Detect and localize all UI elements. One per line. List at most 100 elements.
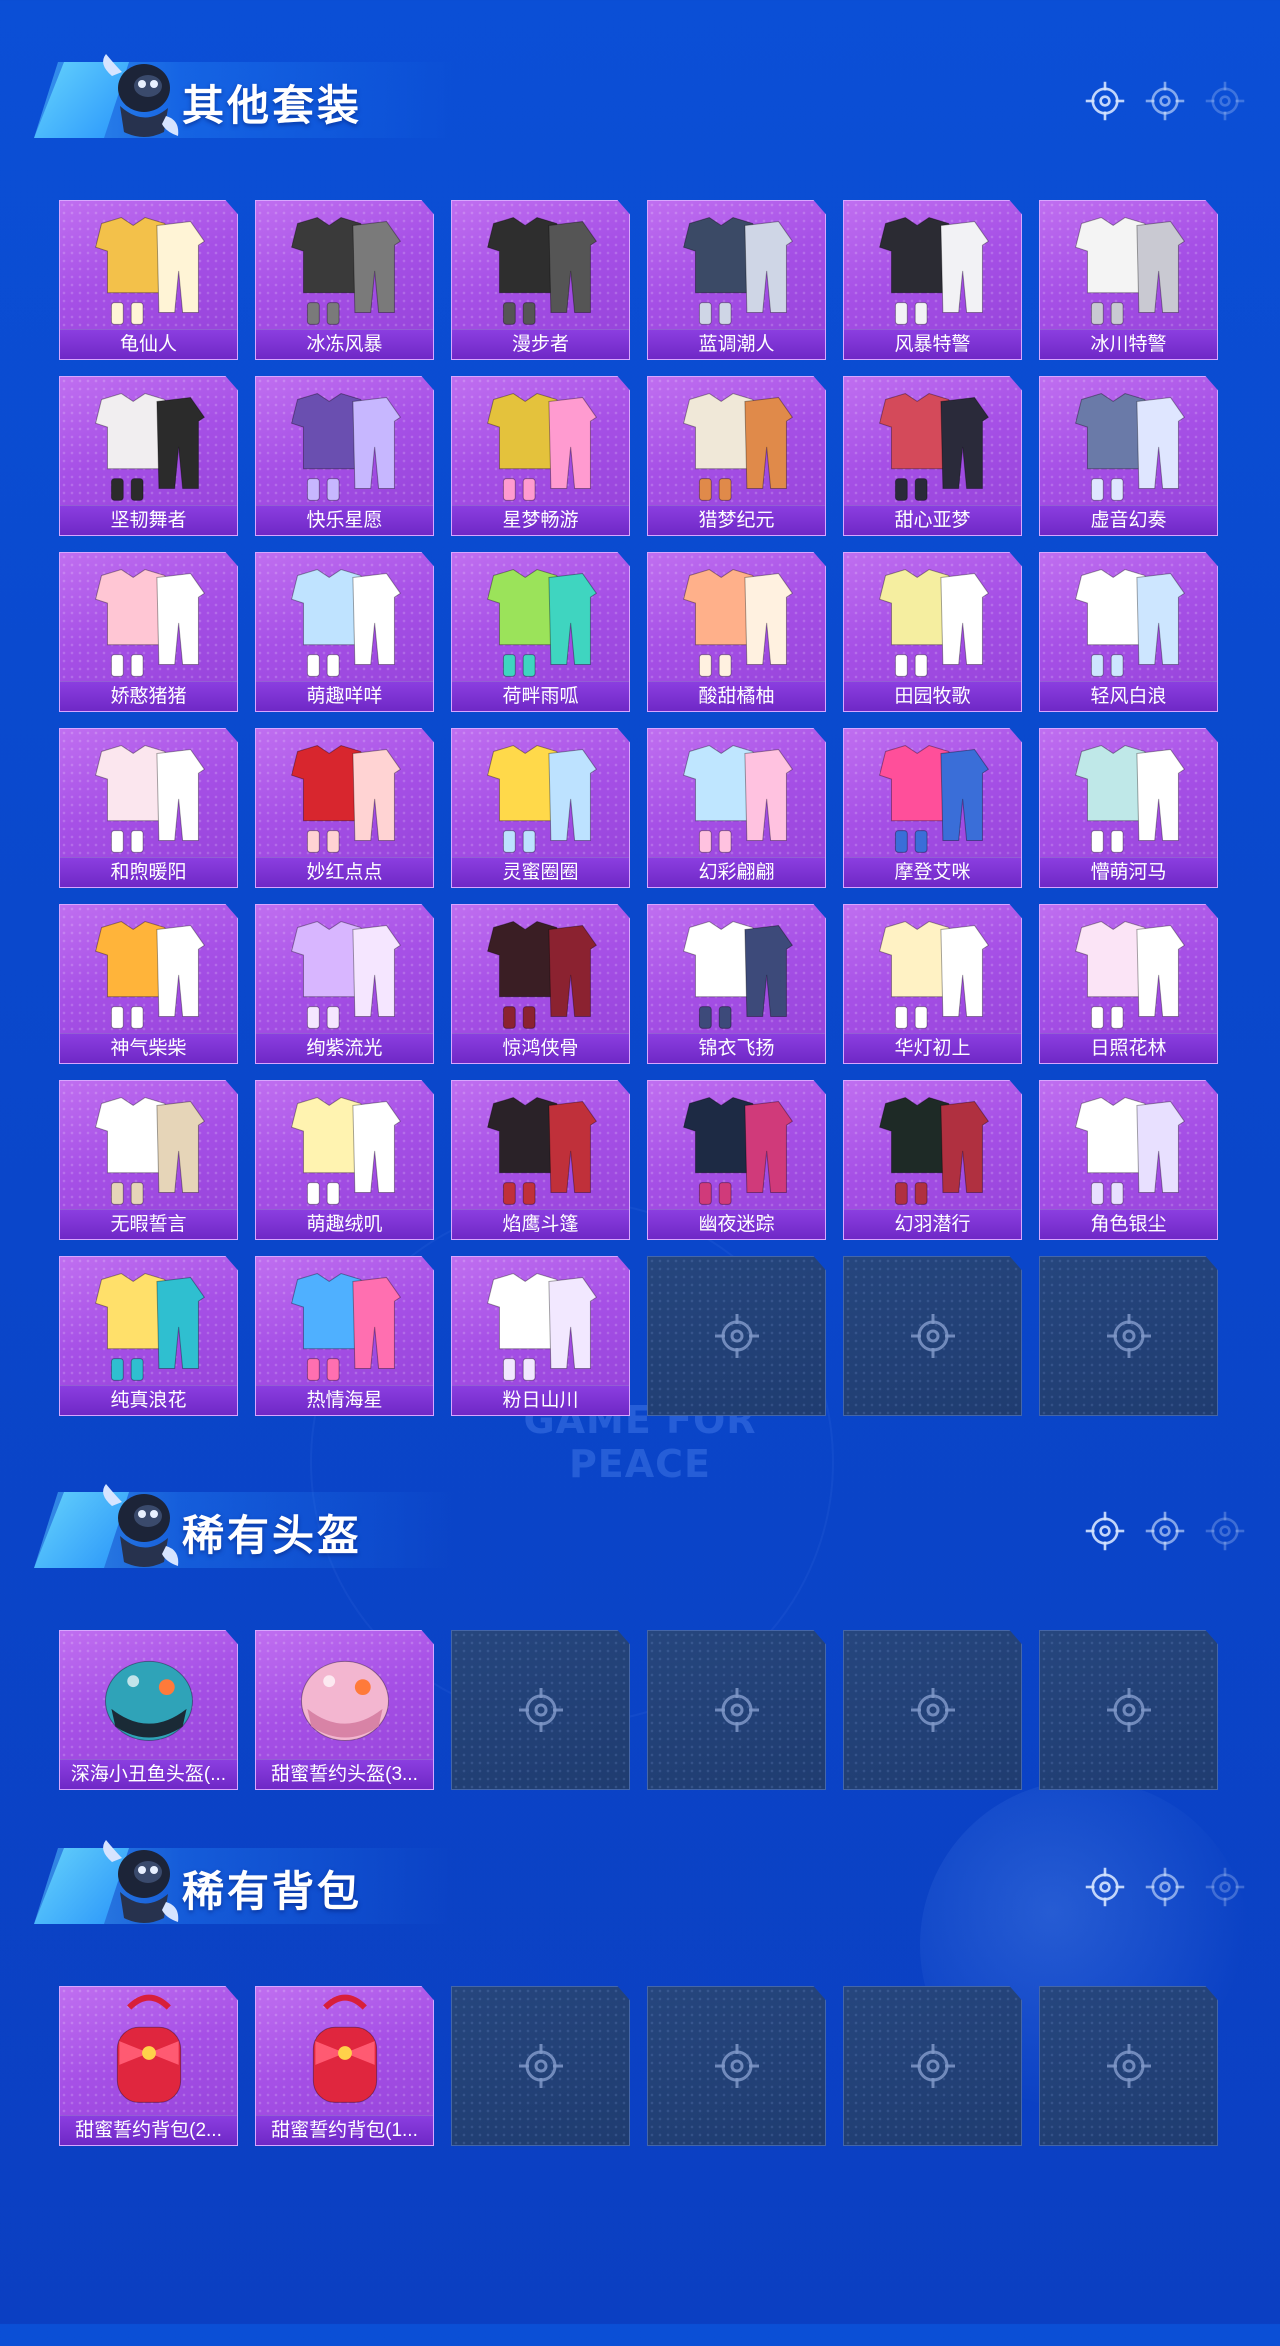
item-card[interactable]: 角色银尘: [1039, 1080, 1218, 1240]
item-card[interactable]: 粉日山川: [451, 1256, 630, 1416]
item-card[interactable]: 龟仙人: [59, 200, 238, 360]
item-card[interactable]: 无暇誓言: [59, 1080, 238, 1240]
mascot-icon: [92, 1476, 184, 1576]
item-card[interactable]: 冰川特警: [1039, 200, 1218, 360]
crosshair-icon: [1105, 1312, 1153, 1360]
item-name: 荷畔雨呱: [452, 681, 629, 711]
item-name: 漫步者: [452, 329, 629, 359]
crosshair-icon: [1204, 80, 1246, 122]
crosshair-icon: [517, 1686, 565, 1734]
item-card[interactable]: 甜蜜誓约头盔(3...: [255, 1630, 434, 1790]
item-name: 粉日山川: [452, 1385, 629, 1415]
item-thumbnail: [648, 729, 825, 859]
item-card[interactable]: 萌趣绒叽: [255, 1080, 434, 1240]
item-card[interactable]: 妙红点点: [255, 728, 434, 888]
item-name: 虚音幻奏: [1040, 505, 1217, 535]
item-card[interactable]: 轻风白浪: [1039, 552, 1218, 712]
item-thumbnail: [452, 729, 629, 859]
item-card[interactable]: 风暴特警: [843, 200, 1022, 360]
item-name: 摩登艾咪: [844, 857, 1021, 887]
item-card[interactable]: 幻羽潜行: [843, 1080, 1022, 1240]
item-card[interactable]: 漫步者: [451, 200, 630, 360]
item-card[interactable]: 神气柴柴: [59, 904, 238, 1064]
item-name: 冰川特警: [1040, 329, 1217, 359]
item-grid: 深海小丑鱼头盔(... 甜蜜誓约头盔(3...: [59, 1630, 1218, 1790]
item-name: 甜蜜誓约头盔(3...: [256, 1759, 433, 1789]
crosshair-icon: [1105, 2042, 1153, 2090]
item-card[interactable]: 荷畔雨呱: [451, 552, 630, 712]
item-thumbnail: [844, 729, 1021, 859]
item-card[interactable]: 热情海星: [255, 1256, 434, 1416]
item-card[interactable]: 虚音幻奏: [1039, 376, 1218, 536]
item-card[interactable]: 纯真浪花: [59, 1256, 238, 1416]
item-card[interactable]: 娇憨猪猪: [59, 552, 238, 712]
item-card[interactable]: 和煦暖阳: [59, 728, 238, 888]
item-card[interactable]: 焰鹰斗篷: [451, 1080, 630, 1240]
item-name: 甜蜜誓约背包(2...: [60, 2115, 237, 2145]
item-card[interactable]: 惊鸿侠骨: [451, 904, 630, 1064]
item-card[interactable]: 酸甜橘柚: [647, 552, 826, 712]
item-name: 纯真浪花: [60, 1385, 237, 1415]
item-name: 幻羽潜行: [844, 1209, 1021, 1239]
item-card[interactable]: 坚韧舞者: [59, 376, 238, 536]
crosshair-icon: [713, 1686, 761, 1734]
section-title: 稀有头盔: [182, 1511, 363, 1560]
item-card[interactable]: 摩登艾咪: [843, 728, 1022, 888]
item-thumbnail: [452, 905, 629, 1035]
item-thumbnail: [60, 729, 237, 859]
item-card[interactable]: 灵蜜圈圈: [451, 728, 630, 888]
empty-slot: [451, 1986, 630, 2146]
item-thumbnail: [452, 377, 629, 507]
item-name: 甜心亚梦: [844, 505, 1021, 535]
mascot-icon: [92, 46, 184, 146]
crosshair-icon: [1144, 1510, 1186, 1552]
item-thumbnail: [648, 553, 825, 683]
item-name: 坚韧舞者: [60, 505, 237, 535]
item-grid: 甜蜜誓约背包(2... 甜蜜誓约背包(1...: [59, 1986, 1218, 2146]
item-card[interactable]: 蓝调潮人: [647, 200, 826, 360]
crosshair-icon: [1204, 1510, 1246, 1552]
item-card[interactable]: 甜心亚梦: [843, 376, 1022, 536]
crosshair-icon: [909, 1312, 957, 1360]
item-card[interactable]: 田园牧歌: [843, 552, 1022, 712]
item-card[interactable]: 懵萌河马: [1039, 728, 1218, 888]
section-backpacks: 稀有背包 甜蜜誓约背包(2... 甜蜜誓约背包(1...: [0, 1826, 1280, 2346]
item-name: 幽夜迷踪: [648, 1209, 825, 1239]
item-card[interactable]: 深海小丑鱼头盔(...: [59, 1630, 238, 1790]
item-name: 星梦畅游: [452, 505, 629, 535]
item-thumbnail: [256, 377, 433, 507]
empty-slot: [1039, 1256, 1218, 1416]
crosshair-icon: [1144, 80, 1186, 122]
item-card[interactable]: 萌趣咩咩: [255, 552, 434, 712]
item-thumbnail: [1040, 905, 1217, 1035]
item-card[interactable]: 甜蜜誓约背包(2...: [59, 1986, 238, 2146]
item-name: 神气柴柴: [60, 1033, 237, 1063]
item-card[interactable]: 锦衣飞扬: [647, 904, 826, 1064]
item-thumbnail: [256, 729, 433, 859]
item-card[interactable]: 幻彩翩翩: [647, 728, 826, 888]
item-card[interactable]: 星梦畅游: [451, 376, 630, 536]
item-thumbnail: [60, 201, 237, 331]
item-card[interactable]: 快乐星愿: [255, 376, 434, 536]
item-thumbnail: [1040, 1081, 1217, 1211]
item-card[interactable]: 猎梦纪元: [647, 376, 826, 536]
item-card[interactable]: 日照花林: [1039, 904, 1218, 1064]
item-thumbnail: [256, 1257, 433, 1387]
crosshair-icon: [1204, 1866, 1246, 1908]
item-card[interactable]: 甜蜜誓约背包(1...: [255, 1986, 434, 2146]
item-name: 日照花林: [1040, 1033, 1217, 1063]
item-name: 龟仙人: [60, 329, 237, 359]
item-name: 热情海星: [256, 1385, 433, 1415]
item-thumbnail: [648, 377, 825, 507]
item-thumbnail: [60, 377, 237, 507]
item-card[interactable]: 绚紫流光: [255, 904, 434, 1064]
empty-slot: [647, 1256, 826, 1416]
crosshair-decoration: [1084, 1866, 1246, 1908]
item-name: 萌趣咩咩: [256, 681, 433, 711]
item-card[interactable]: 幽夜迷踪: [647, 1080, 826, 1240]
item-card[interactable]: 冰冻风暴: [255, 200, 434, 360]
item-thumbnail: [452, 201, 629, 331]
section-header: 其他套装: [0, 40, 1280, 160]
item-card[interactable]: 华灯初上: [843, 904, 1022, 1064]
empty-slot: [1039, 1630, 1218, 1790]
